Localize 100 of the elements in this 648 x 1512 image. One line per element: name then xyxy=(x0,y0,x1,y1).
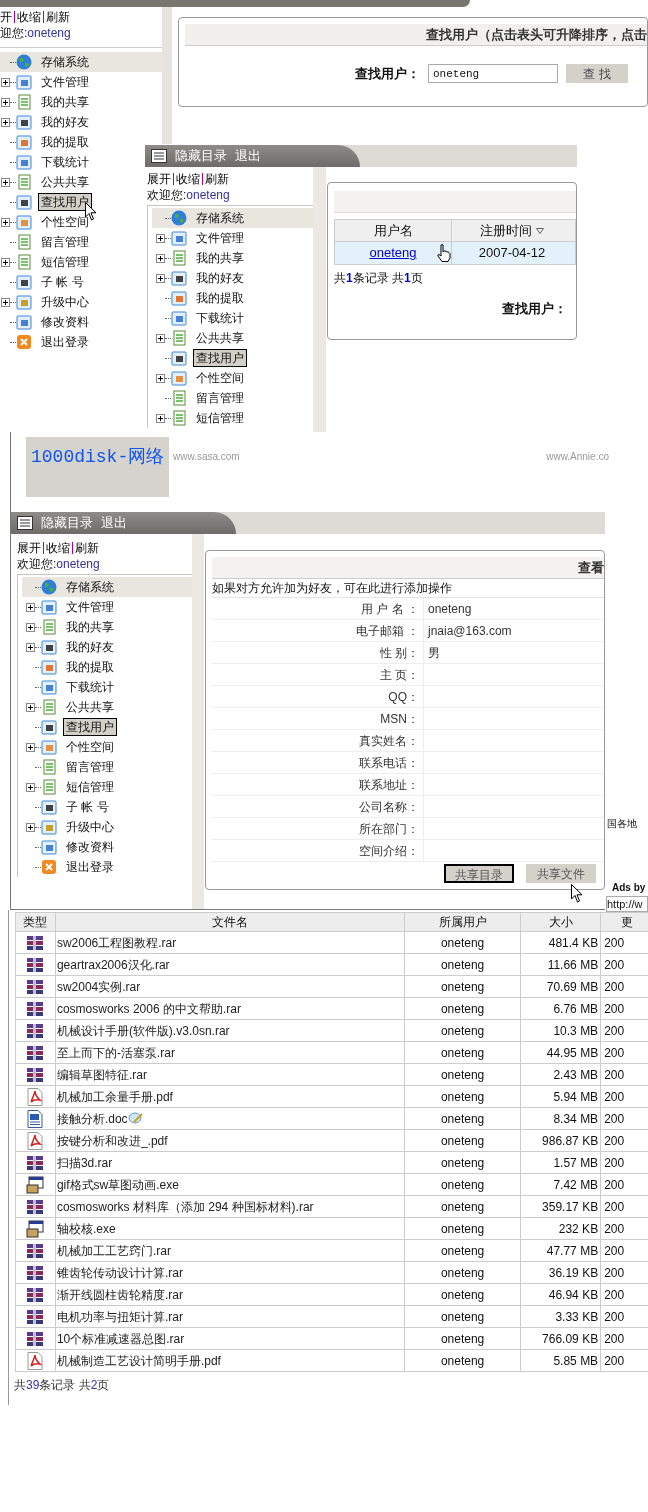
toolbar-link[interactable]: 刷新 xyxy=(75,540,99,556)
expand-icon[interactable] xyxy=(156,333,165,343)
tree-item[interactable]: 修改资料 xyxy=(38,313,92,331)
tree-item[interactable]: 修改资料 xyxy=(63,838,117,856)
toolbar-link[interactable]: 开 xyxy=(0,9,12,25)
file-name-link[interactable]: cosmosworks 2006 的中文帮助.rar xyxy=(56,999,241,1018)
column-header[interactable]: 用户名 xyxy=(335,220,452,241)
title-bar-link[interactable]: 退出 xyxy=(101,513,127,533)
tree-item[interactable]: 升级中心 xyxy=(63,818,117,836)
file-name-link[interactable]: 电机功率与扭矩计算.rar xyxy=(56,1307,183,1326)
tree-item[interactable]: 短信管理 xyxy=(193,409,247,427)
tree-item[interactable]: 公共共享 xyxy=(63,698,117,716)
expand-icon[interactable] xyxy=(1,97,10,107)
expand-icon[interactable] xyxy=(26,822,35,832)
tree-item[interactable]: 我的提取 xyxy=(38,133,92,151)
file-name-link[interactable]: 扫描3d.rar xyxy=(56,1153,113,1172)
tree-item[interactable]: 个性空间 xyxy=(63,738,117,756)
expand-icon[interactable] xyxy=(26,602,35,612)
search-field[interactable]: oneteng xyxy=(428,64,558,84)
username-link[interactable]: oneteng xyxy=(369,243,417,263)
toolbar-link[interactable]: 收缩 xyxy=(176,171,200,187)
search-button[interactable]: 查 找 xyxy=(566,64,628,84)
file-name-link[interactable]: 10个标准减速器总图.rar xyxy=(56,1329,185,1348)
expand-icon[interactable] xyxy=(156,373,165,383)
expand-icon[interactable] xyxy=(1,297,10,307)
tree-item[interactable]: 下载统计 xyxy=(38,153,92,171)
action-button[interactable]: 共享目录 xyxy=(444,864,514,883)
tree-item[interactable]: 我的提取 xyxy=(193,289,247,307)
tree-item[interactable]: 短信管理 xyxy=(63,778,117,796)
column-header[interactable]: 所属用户 xyxy=(404,913,522,931)
tree-item[interactable]: 留言管理 xyxy=(193,389,247,407)
file-name-link[interactable]: 渐开线圆柱齿轮精度.rar xyxy=(56,1285,183,1304)
tree-item[interactable]: 留言管理 xyxy=(63,758,117,776)
tree-item[interactable]: 我的提取 xyxy=(63,658,117,676)
title-bar-link[interactable]: 退出 xyxy=(235,146,261,166)
file-name-link[interactable]: 接触分析.doc xyxy=(56,1109,128,1128)
toolbar-link[interactable]: 收缩 xyxy=(46,540,70,556)
tree-item[interactable]: 退出登录 xyxy=(38,333,92,351)
tree-item[interactable]: 我的好友 xyxy=(38,113,92,131)
expand-icon[interactable] xyxy=(1,177,10,187)
tree-item[interactable]: 下载统计 xyxy=(63,678,117,696)
expand-icon[interactable] xyxy=(156,253,165,263)
file-name-link[interactable]: sw2006工程图教程.rar xyxy=(56,933,177,952)
expand-icon[interactable] xyxy=(26,782,35,792)
expand-icon[interactable] xyxy=(1,77,10,87)
expand-icon[interactable] xyxy=(1,117,10,127)
toolbar-link[interactable]: 展开 xyxy=(147,171,171,187)
tree-item[interactable]: 下载统计 xyxy=(193,309,247,327)
tree-item[interactable]: 留言管理 xyxy=(38,233,92,251)
expand-icon[interactable] xyxy=(156,413,165,423)
column-header[interactable]: 更 xyxy=(601,913,648,931)
tree-item[interactable]: 我的共享 xyxy=(38,93,92,111)
expand-icon[interactable] xyxy=(156,273,165,283)
tree-item[interactable]: 公共共享 xyxy=(193,329,247,347)
file-name-link[interactable]: 机械设计手册(软件版).v3.0sn.rar xyxy=(56,1021,230,1040)
tree-item[interactable]: 查找用户 xyxy=(63,718,117,736)
tree-item[interactable]: 文件管理 xyxy=(63,598,117,616)
file-name-link[interactable]: cosmosworks 材料库（添加 294 种国标材料).rar xyxy=(56,1197,314,1216)
file-name-link[interactable]: 机械制造工艺设计简明手册.pdf xyxy=(56,1351,221,1370)
tree-item[interactable]: 退出登录 xyxy=(63,858,117,876)
expand-icon[interactable] xyxy=(26,742,35,752)
tree-item[interactable]: 个性空间 xyxy=(38,213,92,231)
expand-icon[interactable] xyxy=(26,642,35,652)
tree-item[interactable]: 子 帐 号 xyxy=(63,798,112,816)
column-header[interactable]: 类型 xyxy=(16,913,56,931)
file-name-link[interactable]: 按键分析和改进_.pdf xyxy=(56,1131,168,1150)
tree-item[interactable]: 文件管理 xyxy=(193,229,247,247)
tree-item[interactable]: 我的共享 xyxy=(63,618,117,636)
expand-icon[interactable] xyxy=(1,257,10,267)
result-row[interactable]: oneteng 2007-04-12 xyxy=(335,242,575,264)
tree-item[interactable]: 个性空间 xyxy=(193,369,247,387)
tree-item[interactable]: 查找用户 xyxy=(193,349,247,367)
file-name-link[interactable]: 编辑草图特征.rar xyxy=(56,1065,147,1084)
column-header[interactable]: 文件名 xyxy=(55,913,405,931)
column-header[interactable]: 注册时间 xyxy=(452,220,572,241)
expand-icon[interactable] xyxy=(156,233,165,243)
toolbar-link[interactable]: 展开 xyxy=(17,540,41,556)
file-name-link[interactable]: 锥齿轮传动设计计算.rar xyxy=(56,1263,183,1282)
tree-item[interactable]: 查找用户 xyxy=(38,193,92,211)
file-name-link[interactable]: 机械加工工艺窍门.rar xyxy=(56,1241,171,1260)
column-header[interactable]: 大小 xyxy=(521,913,602,931)
tree-item[interactable]: 我的好友 xyxy=(193,269,247,287)
toolbar-link[interactable]: 收缩 xyxy=(17,9,41,25)
action-button[interactable]: 共享文件 xyxy=(526,864,596,883)
title-bar-link[interactable]: 隐藏目录 xyxy=(175,146,227,166)
tree-item[interactable]: 我的好友 xyxy=(63,638,117,656)
tree-item[interactable]: 升级中心 xyxy=(38,293,92,311)
tree-item[interactable]: 子 帐 号 xyxy=(38,273,87,291)
expand-icon[interactable] xyxy=(1,217,10,227)
file-name-link[interactable]: 机械加工余量手册.pdf xyxy=(56,1087,173,1106)
tree-item[interactable]: 短信管理 xyxy=(38,253,92,271)
toolbar-link[interactable]: 刷新 xyxy=(46,9,70,25)
toolbar-link[interactable]: 刷新 xyxy=(205,171,229,187)
file-name-link[interactable]: 轴校核.exe xyxy=(56,1219,116,1238)
file-name-link[interactable]: geartrax2006汉化.rar xyxy=(56,955,170,974)
title-bar-link[interactable]: 隐藏目录 xyxy=(41,513,93,533)
tree-item[interactable]: 公共共享 xyxy=(38,173,92,191)
file-name-link[interactable]: sw2004实例.rar xyxy=(56,977,141,996)
tree-item[interactable]: 我的共享 xyxy=(193,249,247,267)
file-name-link[interactable]: 至上而下的-活塞泵.rar xyxy=(56,1043,175,1062)
